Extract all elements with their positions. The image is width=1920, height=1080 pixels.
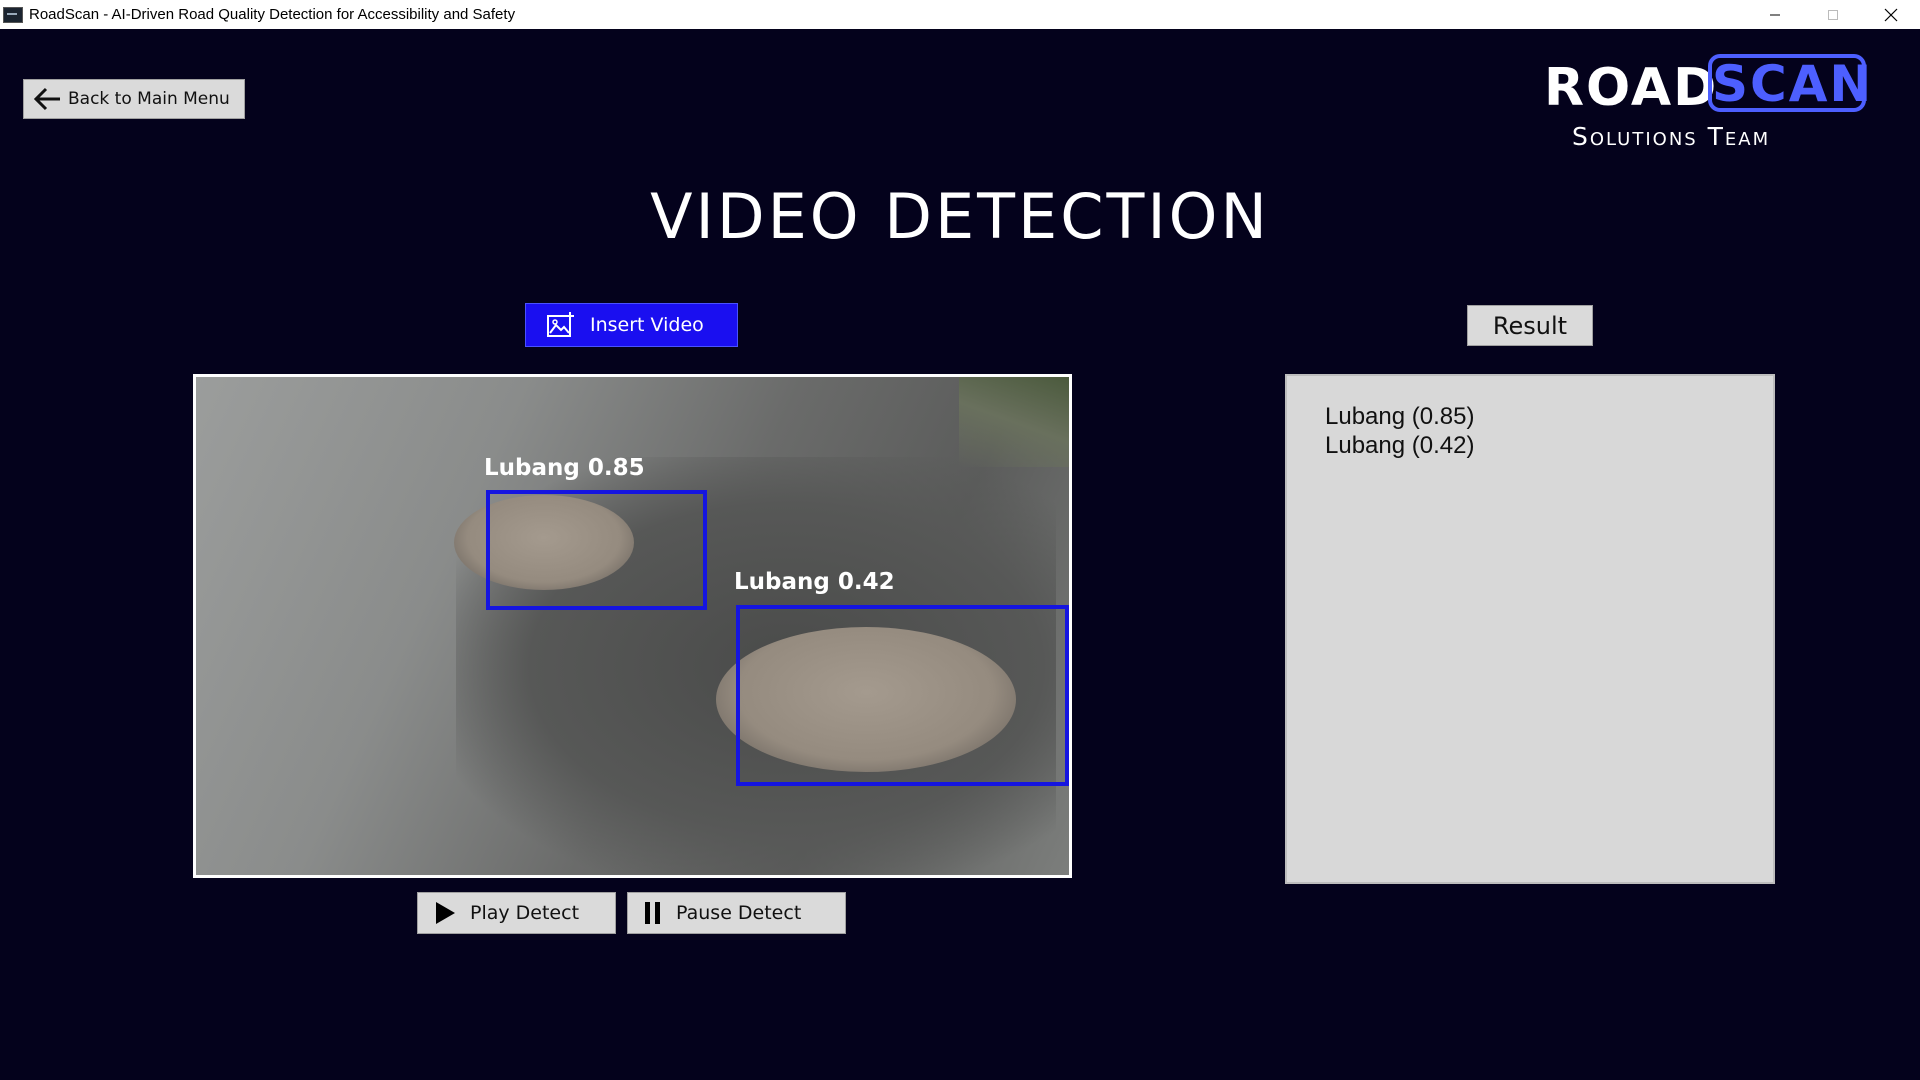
insert-video-button[interactable]: Insert Video <box>525 303 738 347</box>
result-label: Result <box>1492 311 1568 340</box>
detection-box <box>486 490 707 610</box>
result-panel: Lubang (0.85) Lubang (0.42) <box>1285 374 1775 884</box>
maximize-button[interactable] <box>1804 0 1862 29</box>
window-titlebar: RoadScan - AI-Driven Road Quality Detect… <box>0 0 1920 29</box>
close-button[interactable] <box>1862 0 1920 29</box>
image-add-icon <box>547 312 574 337</box>
logo-road-text: ROAD <box>1544 58 1719 118</box>
back-arrow-icon <box>33 87 60 111</box>
page-title: VIDEO DETECTION <box>650 180 1270 253</box>
pause-detect-button[interactable]: Pause Detect <box>627 892 846 934</box>
close-icon <box>1884 8 1898 21</box>
play-detect-button[interactable]: Play Detect <box>417 892 616 934</box>
result-button[interactable]: Result <box>1467 305 1593 346</box>
back-button-label: Back to Main Menu <box>68 89 230 109</box>
minimize-icon <box>1770 14 1780 15</box>
detection-label: Lubang 0.42 <box>734 569 895 595</box>
detection-label: Lubang 0.85 <box>484 455 645 481</box>
window-title: RoadScan - AI-Driven Road Quality Detect… <box>29 6 516 23</box>
play-icon <box>436 902 455 924</box>
pause-icon <box>645 902 660 924</box>
app-icon <box>3 6 23 23</box>
play-detect-label: Play Detect <box>470 902 580 924</box>
video-frame: Lubang 0.85 Lubang 0.42 <box>193 374 1072 878</box>
pause-detect-label: Pause Detect <box>676 902 802 924</box>
insert-video-label: Insert Video <box>590 314 704 336</box>
maximize-icon <box>1828 9 1838 20</box>
logo-scan-text: SCAN <box>1708 54 1871 112</box>
back-to-main-menu-button[interactable]: Back to Main Menu <box>23 79 245 119</box>
minimize-button[interactable] <box>1746 0 1804 29</box>
roadside-grass <box>959 377 1069 467</box>
detection-box <box>736 605 1069 786</box>
roadscan-logo: ROAD SCAN Solutions Team <box>1540 52 1880 158</box>
logo-subtitle: Solutions Team <box>1572 122 1771 151</box>
result-item: Lubang (0.85) <box>1325 403 1475 430</box>
result-item: Lubang (0.42) <box>1325 432 1475 459</box>
